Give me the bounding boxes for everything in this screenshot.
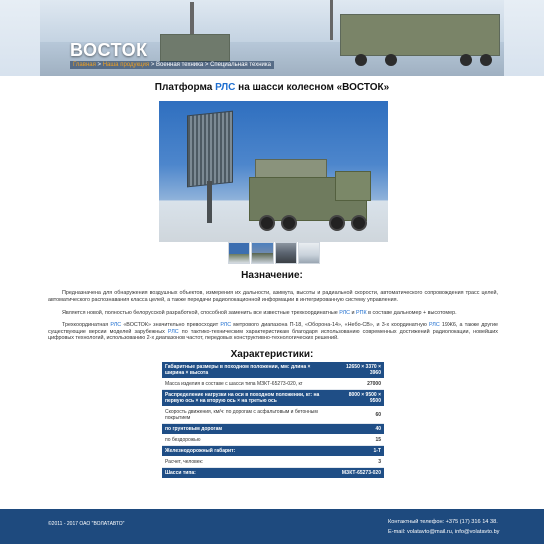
text: и: [351, 310, 355, 316]
spec-label: Распределение нагрузки на оси в походном…: [162, 389, 334, 407]
text: Является новой, полностью белорусской ра…: [62, 310, 338, 316]
product-main-image[interactable]: [159, 101, 388, 242]
breadcrumb-military[interactable]: Военная техника: [156, 62, 203, 68]
wheel: [329, 215, 345, 231]
breadcrumb-separator: >: [97, 62, 102, 68]
link-rls[interactable]: РЛС: [110, 322, 121, 328]
page-title-prefix: Платформа: [154, 82, 213, 93]
thumbnail-strip: [228, 242, 320, 264]
table-row: Шасси типа: МЗКТ-65273-020: [162, 467, 384, 479]
link-rls[interactable]: РЛС: [429, 322, 440, 328]
thumbnail-3[interactable]: [274, 242, 297, 264]
spec-value: 27000: [334, 378, 384, 390]
spec-value: 8000 × 9500 × 9500: [334, 389, 384, 407]
spec-label: Скорость движения, км/ч: по дорогам с ас…: [162, 406, 334, 424]
contact-email: E-mail: volatavto@mail.ru, info@volatavt…: [388, 527, 499, 537]
phone-number[interactable]: +375 (17) 316 14 38.: [446, 519, 498, 525]
spec-label: Габаритные размеры в походном положении,…: [162, 362, 334, 379]
spec-label: Расчет, человек:: [162, 456, 334, 468]
breadcrumb-products[interactable]: Наша продукция: [103, 62, 149, 68]
table-row: Масса изделия в составе с шасси типа МЗК…: [162, 378, 384, 390]
text: «ВОСТОК» значительно превосходит: [123, 322, 219, 328]
spec-label: Железнодорожный габарит:: [162, 445, 334, 457]
breadcrumb-special[interactable]: Специальная техника: [210, 62, 271, 68]
spec-label: Шасси типа:: [162, 467, 334, 479]
radar-truck-cab: [335, 171, 371, 201]
purpose-paragraph-1: Предназначена для обнаружения воздушных …: [48, 290, 498, 303]
spec-value: 60: [334, 406, 384, 424]
email-addresses[interactable]: volatavto@mail.ru, info@volatavto.by: [407, 529, 500, 535]
thumbnail-2[interactable]: [251, 242, 274, 264]
spec-value: МЗКТ-65273-020: [334, 467, 384, 479]
spec-value: 12650 × 3370 × 3960: [334, 362, 384, 379]
contact-phone: Контактный телефон: +375 (17) 316 14 38.: [388, 517, 499, 527]
table-row: Железнодорожный габарит: 1-Т: [162, 445, 384, 457]
thumbnail-1[interactable]: [228, 242, 251, 264]
specs-heading: Характеристики:: [230, 349, 314, 360]
footer-contacts: Контактный телефон: +375 (17) 316 14 38.…: [388, 517, 499, 537]
text: Трехкоординатная: [62, 322, 109, 328]
spec-label: по бездорожью: [162, 434, 334, 446]
email-label: E-mail:: [388, 529, 406, 535]
text: в составе дальномер + высотомер.: [368, 310, 457, 316]
radar-antenna: [187, 110, 233, 188]
wheel: [259, 215, 275, 231]
breadcrumb-home[interactable]: Главная: [73, 62, 96, 68]
footer: ©2011 - 2017 ОАО "ВОЛАТАВТО" Контактный …: [0, 509, 544, 544]
spec-value: 3: [334, 456, 384, 468]
link-rls[interactable]: РЛС: [220, 322, 231, 328]
purpose-paragraph-3: Трехкоординатная РЛС «ВОСТОК» значительн…: [48, 322, 498, 342]
spec-value: 40: [334, 423, 384, 435]
wheel: [281, 215, 297, 231]
table-row: по бездорожью 15: [162, 434, 384, 446]
header-banner: ВОСТОК Главная > Наша продукция > Военна…: [0, 0, 544, 76]
page-title-highlight: РЛС: [215, 82, 236, 93]
radar-mast: [207, 181, 212, 223]
site-logo[interactable]: ВОСТОК: [70, 40, 148, 61]
breadcrumb-separator: >: [150, 62, 155, 68]
spec-value: 15: [334, 434, 384, 446]
table-row: по грунтовым дорогам 40: [162, 423, 384, 435]
link-rpk[interactable]: РПК: [356, 310, 367, 316]
breadcrumb-separator: >: [204, 62, 209, 68]
table-row: Скорость движения, км/ч: по дорогам с ас…: [162, 406, 384, 424]
spec-label: Масса изделия в составе с шасси типа МЗК…: [162, 378, 334, 390]
phone-label: Контактный телефон:: [388, 519, 445, 525]
wheel: [351, 215, 367, 231]
specs-table: Габаритные размеры в походном положении,…: [162, 362, 384, 479]
text: метрового диапазона П-18, «Оборона-14», …: [233, 322, 427, 328]
thumbnail-4[interactable]: [297, 242, 320, 264]
spec-value: 1-Т: [334, 445, 384, 457]
page-title: Платформа РЛС на шасси колесном «ВОСТОК»: [0, 82, 544, 93]
link-rls[interactable]: РЛС: [339, 310, 350, 316]
purpose-heading: Назначение:: [241, 270, 303, 281]
table-row: Распределение нагрузки на оси в походном…: [162, 389, 384, 407]
link-rls[interactable]: РЛС: [168, 329, 179, 335]
spec-label: по грунтовым дорогам: [162, 423, 334, 435]
table-row: Расчет, человек: 3: [162, 456, 384, 468]
breadcrumb: Главная > Наша продукция > Военная техни…: [70, 61, 274, 69]
copyright: ©2011 - 2017 ОАО "ВОЛАТАВТО": [48, 521, 125, 527]
table-row: Габаритные размеры в походном положении,…: [162, 362, 384, 379]
purpose-paragraph-2: Является новой, полностью белорусской ра…: [48, 310, 498, 317]
page-title-suffix: на шасси колесном «ВОСТОК»: [238, 82, 390, 93]
